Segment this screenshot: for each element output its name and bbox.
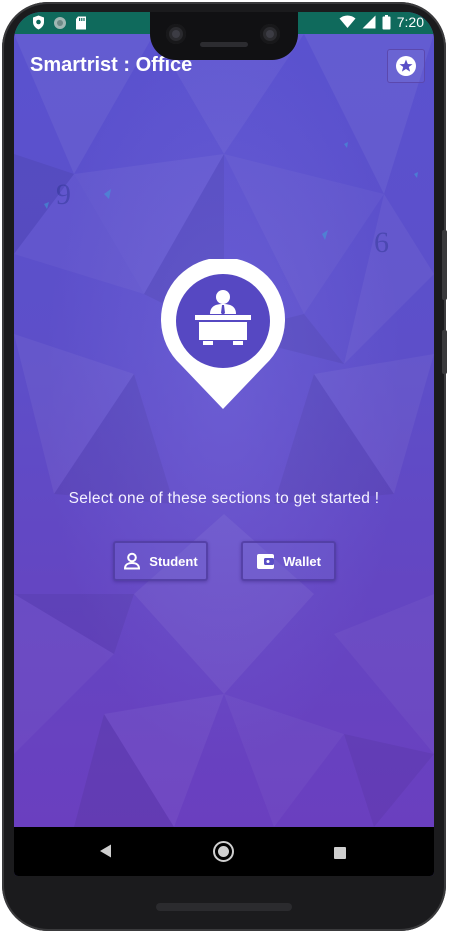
wallet-button-label: Wallet — [283, 553, 321, 569]
status-time: 7:20 — [396, 14, 424, 30]
battery-icon — [382, 14, 391, 29]
recents-icon[interactable] — [334, 847, 346, 859]
front-camera — [260, 24, 280, 44]
front-camera — [166, 24, 186, 44]
earpiece — [200, 42, 248, 47]
wallet-button[interactable]: Wallet — [241, 541, 336, 581]
bottom-speaker — [156, 903, 292, 911]
svg-text:6: 6 — [374, 226, 389, 259]
camera-notch — [150, 12, 298, 60]
student-button[interactable]: Student — [113, 541, 208, 581]
screen: 7:20 9 6 Smartrist: Office Select one o… — [14, 12, 434, 876]
star-badge-icon — [396, 56, 416, 76]
main-content: 9 6 Smartrist : Office Select one of the… — [14, 34, 434, 827]
favorites-button[interactable] — [387, 49, 425, 83]
background-pattern: 9 6 — [14, 34, 434, 827]
volume-button — [442, 230, 447, 300]
student-button-label: Student — [149, 553, 198, 569]
home-icon[interactable] — [213, 841, 234, 862]
navigation-bar — [14, 827, 434, 876]
power-button — [442, 330, 447, 374]
circle-icon — [54, 16, 66, 29]
office-desk-pin-icon — [161, 259, 285, 409]
svg-text:9: 9 — [56, 178, 71, 211]
person-icon — [124, 552, 141, 570]
wallet-icon — [257, 553, 275, 569]
instruction-text: Select one of these sections to get star… — [68, 490, 380, 507]
signal-icon — [362, 15, 376, 29]
shield-icon — [33, 15, 44, 30]
wifi-icon — [339, 15, 356, 28]
back-icon[interactable] — [99, 844, 112, 858]
sd-card-icon — [76, 16, 86, 29]
